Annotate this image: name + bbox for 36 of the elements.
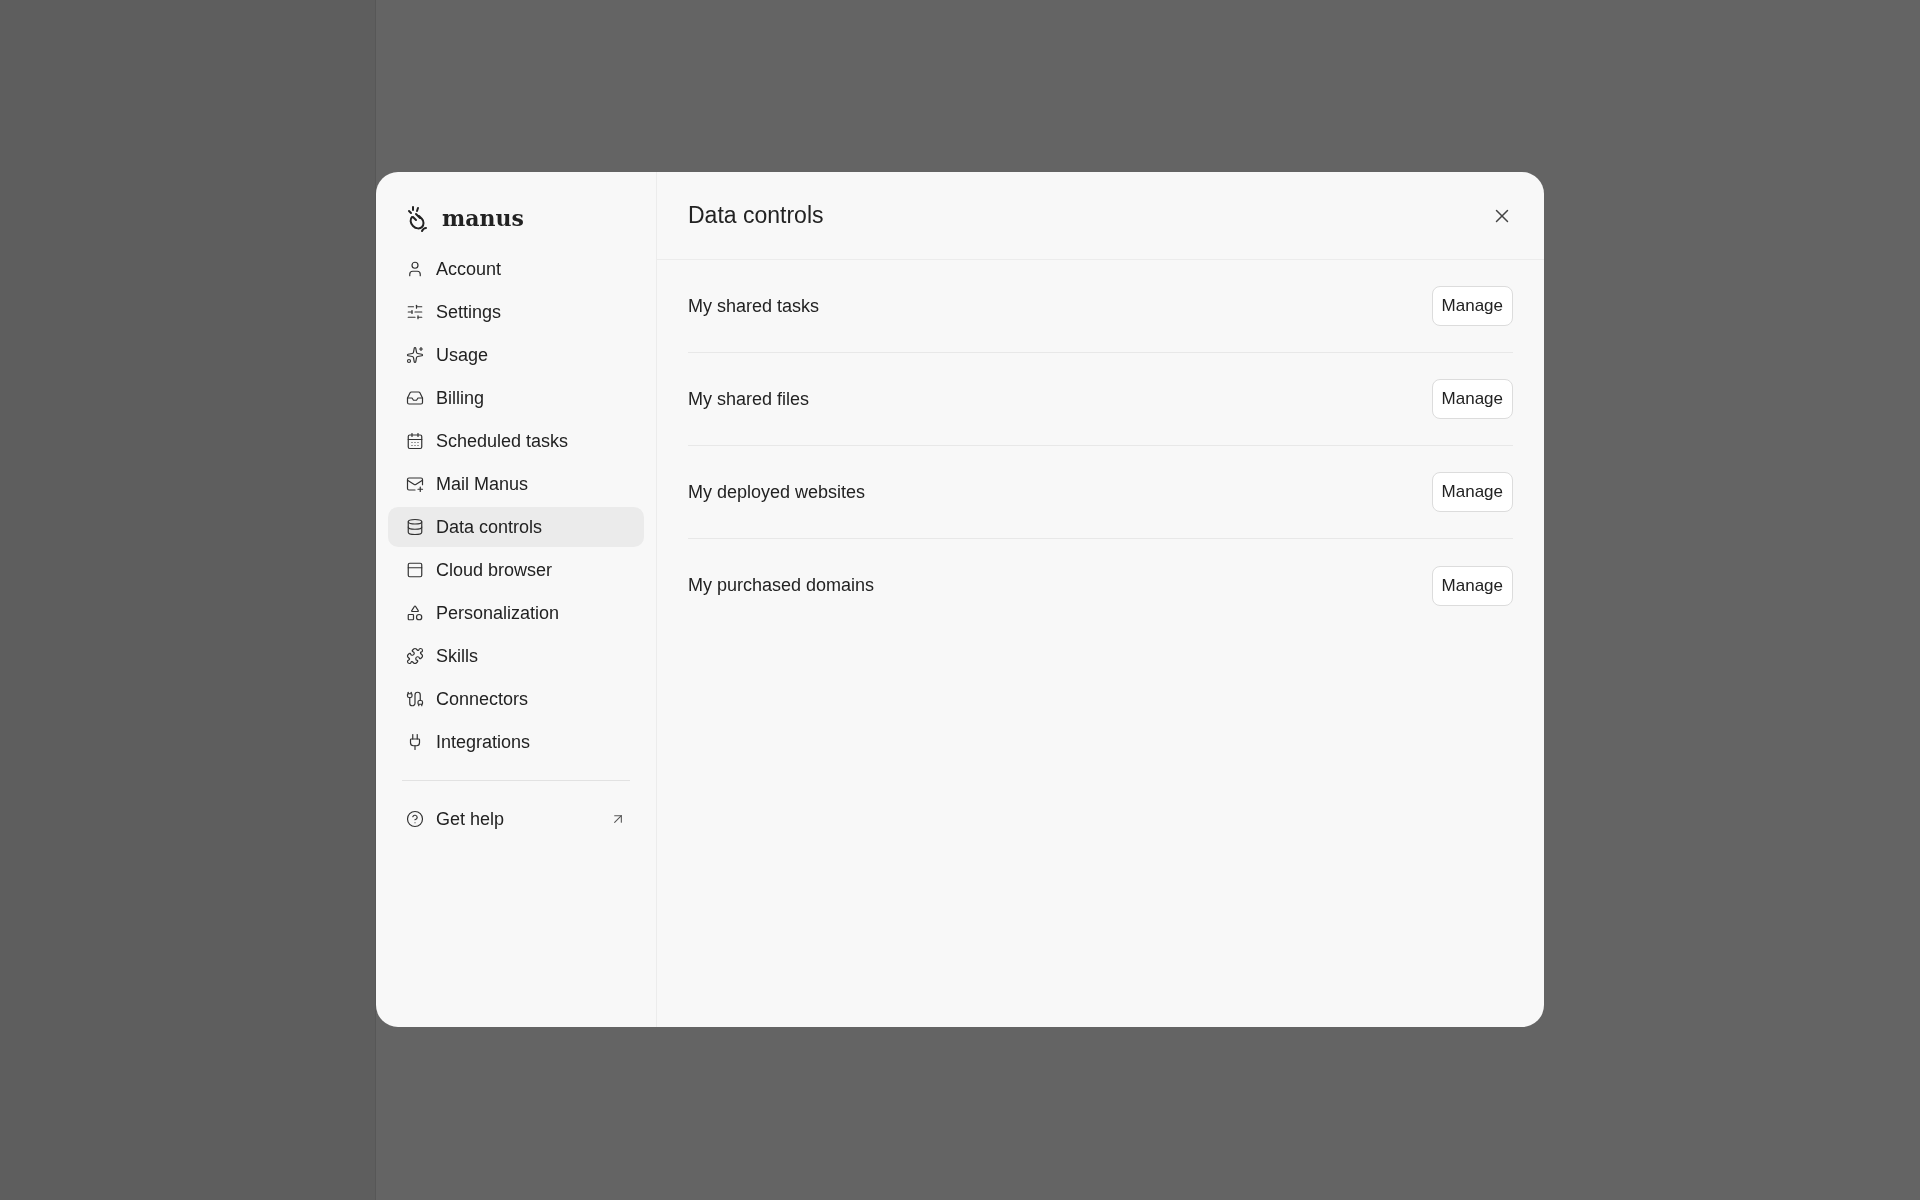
nav-item[interactable]: Cloud browser xyxy=(388,550,644,590)
shapes-icon xyxy=(406,604,424,622)
nav-item[interactable]: Scheduled tasks xyxy=(388,421,644,461)
mail-icon xyxy=(406,475,424,493)
tray-icon xyxy=(406,389,424,407)
row-label: My shared files xyxy=(688,387,810,411)
manage-button[interactable]: Manage xyxy=(1431,286,1513,326)
manage-button[interactable]: Manage xyxy=(1431,472,1513,512)
manage-button[interactable]: Manage xyxy=(1431,379,1513,419)
row-label: My purchased domains xyxy=(688,574,875,597)
puzzle-icon xyxy=(406,647,424,665)
help-icon xyxy=(406,810,424,828)
nav-item[interactable]: Connectors xyxy=(388,679,644,719)
nav-item[interactable]: Personalization xyxy=(388,593,644,633)
database-icon xyxy=(406,518,424,536)
person-icon xyxy=(406,260,424,278)
calendar-icon xyxy=(406,432,424,450)
dialog-title: Data controls xyxy=(688,201,824,231)
nav-item[interactable]: Data controls xyxy=(388,507,644,547)
nav-item[interactable]: Mail Manus xyxy=(388,464,644,504)
cable-icon xyxy=(406,690,424,708)
nav-item[interactable]: Integrations xyxy=(388,722,644,762)
nav-item[interactable]: Settings xyxy=(388,292,644,332)
nav-item[interactable]: Usage xyxy=(388,335,644,375)
row-label: My shared tasks xyxy=(688,294,820,318)
brand-name: manus xyxy=(442,204,524,233)
nav-item[interactable]: Account xyxy=(388,249,644,289)
manage-button[interactable]: Manage xyxy=(1431,565,1513,606)
window-icon xyxy=(406,561,424,579)
row-label: My deployed websites xyxy=(688,480,866,504)
nav-item[interactable]: Skills xyxy=(388,636,644,676)
help-link[interactable]: Get help xyxy=(388,799,644,839)
nav-item[interactable]: Billing xyxy=(388,378,644,418)
sliders-icon xyxy=(406,303,424,321)
hand-logo-icon xyxy=(406,204,430,233)
sparkle-icon xyxy=(406,346,424,364)
